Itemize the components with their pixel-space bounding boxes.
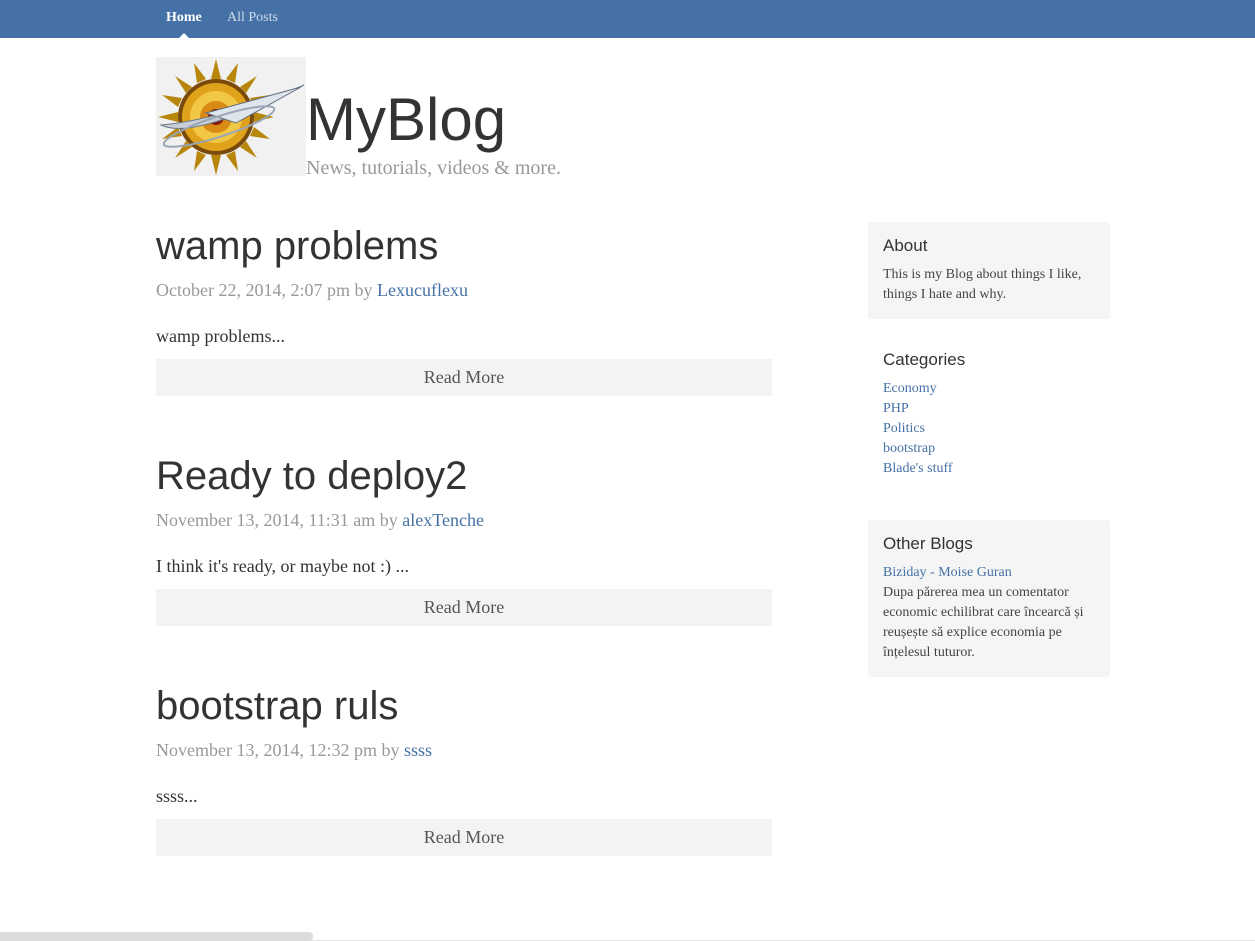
post-meta: November 13, 2014, 12:32 pm by ssss (156, 739, 772, 761)
categories-panel: Categories Economy PHP Politics bootstra… (868, 336, 1110, 493)
post-title[interactable]: Ready to deploy2 (156, 450, 772, 502)
blog-post: Ready to deploy2 November 13, 2014, 11:3… (156, 450, 772, 626)
post-title[interactable]: wamp problems (156, 220, 772, 272)
category-link-politics[interactable]: Politics (883, 419, 1095, 439)
active-caret-icon (178, 33, 189, 38)
horizontal-scrollbar-thumb[interactable] (0, 932, 313, 941)
read-more-button[interactable]: Read More (156, 589, 772, 626)
other-blogs-panel: Other Blogs Biziday - Moise Guran Dupa p… (868, 520, 1110, 677)
blog-description: News, tutorials, videos & more. (306, 157, 561, 179)
post-title[interactable]: bootstrap ruls (156, 680, 772, 732)
other-blogs-heading: Other Blogs (883, 534, 973, 553)
post-excerpt: wamp problems... (156, 326, 285, 346)
post-meta: November 13, 2014, 11:31 am by alexTench… (156, 509, 772, 531)
other-blog-description: Dupa părerea mea un comentator economic … (883, 585, 1084, 660)
category-link-bootstrap[interactable]: bootstrap (883, 439, 1095, 459)
about-text: This is my Blog about things I like, thi… (883, 267, 1082, 302)
category-link-economy[interactable]: Economy (883, 379, 1095, 399)
blog-title: MyBlog (306, 86, 507, 153)
top-navbar: Home All Posts (0, 0, 1255, 38)
post-excerpt: I think it's ready, or maybe not :) ... (156, 556, 410, 576)
nav-home-link[interactable]: Home (166, 0, 202, 38)
post-date: November 13, 2014, 12:32 pm by (156, 740, 404, 760)
read-more-button[interactable]: Read More (156, 819, 772, 856)
read-more-button[interactable]: Read More (156, 359, 772, 396)
about-panel: About This is my Blog about things I lik… (868, 222, 1110, 319)
post-date: October 22, 2014, 2:07 pm by (156, 280, 377, 300)
post-author-link[interactable]: Lexucuflexu (377, 280, 468, 300)
post-author-link[interactable]: alexTenche (402, 510, 484, 530)
category-link-php[interactable]: PHP (883, 399, 1095, 419)
post-author-link[interactable]: ssss (404, 740, 432, 760)
blog-logo[interactable] (156, 57, 306, 176)
sun-logo-icon (158, 59, 305, 175)
about-heading: About (883, 236, 928, 255)
categories-heading: Categories (883, 350, 966, 369)
blog-post: wamp problems October 22, 2014, 2:07 pm … (156, 220, 772, 396)
category-link-blades-stuff[interactable]: Blade's stuff (883, 459, 1095, 479)
nav-all-posts-link[interactable]: All Posts (227, 0, 278, 38)
post-date: November 13, 2014, 11:31 am by (156, 510, 403, 530)
blog-post: bootstrap ruls November 13, 2014, 12:32 … (156, 680, 772, 856)
post-meta: October 22, 2014, 2:07 pm by Lexucuflexu (156, 279, 772, 301)
nav-home-label: Home (166, 10, 202, 25)
other-blog-link[interactable]: Biziday - Moise Guran (883, 563, 1095, 583)
post-excerpt: ssss... (156, 786, 198, 806)
